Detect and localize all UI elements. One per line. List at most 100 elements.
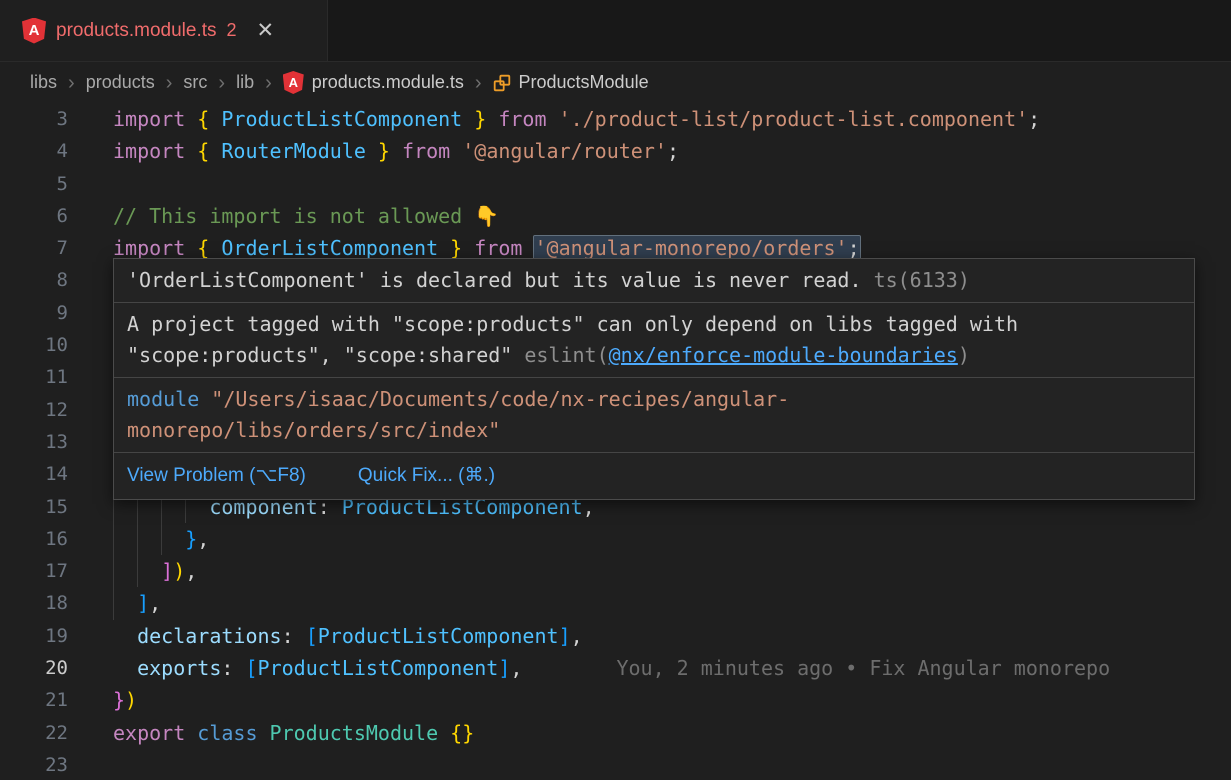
tab-problem-count-badge: 2 bbox=[227, 20, 237, 41]
code-line-content[interactable] bbox=[68, 168, 1231, 200]
line-number[interactable]: 18 bbox=[0, 587, 68, 619]
code-token: [ bbox=[306, 624, 318, 648]
angular-icon: A bbox=[283, 71, 304, 94]
code-line: 17 ]), bbox=[0, 555, 1231, 587]
symbol-class-icon bbox=[493, 74, 511, 92]
code-line: 19 declarations: [ProductListComponent], bbox=[0, 620, 1231, 652]
close-icon[interactable]: ✕ bbox=[257, 18, 275, 43]
breadcrumb-item-products-module-ts[interactable]: Aproducts.module.ts bbox=[283, 71, 464, 94]
code-token: export bbox=[113, 721, 197, 745]
code-line-content[interactable]: }, bbox=[68, 523, 1231, 555]
eslint-rule-suffix: ) bbox=[958, 343, 970, 367]
line-number[interactable]: 11 bbox=[0, 361, 68, 393]
code-line-content[interactable]: exports: [ProductListComponent],You, 2 m… bbox=[68, 652, 1231, 684]
code-token: } bbox=[462, 107, 486, 131]
hover-ts-diagnostic: 'OrderListComponent' is declared but its… bbox=[114, 259, 1194, 303]
code-token: import bbox=[113, 139, 197, 163]
code-line-content[interactable]: ], bbox=[68, 587, 1231, 619]
line-number[interactable]: 13 bbox=[0, 426, 68, 458]
code-token: 👇 bbox=[474, 204, 499, 228]
hover-eslint-diagnostic: A project tagged with "scope:products" c… bbox=[114, 303, 1194, 378]
line-number[interactable]: 4 bbox=[0, 135, 68, 167]
line-number[interactable]: 17 bbox=[0, 555, 68, 587]
indent-guide bbox=[113, 587, 114, 619]
breadcrumb-item-label: src bbox=[183, 72, 207, 93]
view-problem-button[interactable]: View Problem (⌥F8) bbox=[127, 460, 306, 491]
breadcrumb-item-src[interactable]: src bbox=[183, 72, 207, 93]
indent-guide bbox=[137, 523, 138, 555]
line-number[interactable]: 12 bbox=[0, 394, 68, 426]
breadcrumb: libs›products›src›lib›Aproducts.module.t… bbox=[0, 62, 1231, 103]
code-token: '@angular-monorepo/orders' bbox=[534, 236, 847, 260]
code-editor: 3import { ProductListComponent } from '.… bbox=[0, 103, 1231, 780]
code-line: 22export class ProductsModule {} bbox=[0, 717, 1231, 749]
code-token: './product-list/product-list.component' bbox=[559, 107, 1029, 131]
code-token: } bbox=[438, 236, 462, 260]
code-line: 5 bbox=[0, 168, 1231, 200]
code-line: 21}) bbox=[0, 684, 1231, 716]
code-token: ProductsModule bbox=[270, 721, 451, 745]
line-number[interactable]: 8 bbox=[0, 264, 68, 296]
line-number[interactable]: 22 bbox=[0, 717, 68, 749]
code-token: ] bbox=[559, 624, 571, 648]
code-token: from bbox=[486, 107, 558, 131]
code-line: 16 }, bbox=[0, 523, 1231, 555]
code-line-content[interactable]: ]), bbox=[68, 555, 1231, 587]
breadcrumb-item-productsmodule[interactable]: ProductsModule bbox=[493, 72, 649, 93]
code-token: { bbox=[197, 139, 221, 163]
code-token: { bbox=[197, 107, 221, 131]
tab-title: products.module.ts bbox=[56, 20, 217, 42]
code-line-content[interactable] bbox=[68, 749, 1231, 780]
line-number[interactable]: 6 bbox=[0, 200, 68, 232]
breadcrumb-item-libs[interactable]: libs bbox=[30, 72, 57, 93]
line-number[interactable]: 20 bbox=[0, 652, 68, 684]
code-token: ] bbox=[161, 559, 173, 583]
line-number[interactable]: 7 bbox=[0, 232, 68, 264]
code-line-content[interactable]: }) bbox=[68, 684, 1231, 716]
breadcrumb-item-lib[interactable]: lib bbox=[236, 72, 254, 93]
line-number[interactable]: 16 bbox=[0, 523, 68, 555]
eslint-rule-prefix: eslint( bbox=[512, 343, 608, 367]
code-token: ] bbox=[137, 591, 149, 615]
code-token: ; bbox=[1028, 107, 1040, 131]
code-token: , bbox=[185, 559, 197, 583]
line-number[interactable]: 21 bbox=[0, 684, 68, 716]
git-blame-annotation: You, 2 minutes ago • Fix Angular monorep… bbox=[616, 656, 1110, 680]
line-number[interactable]: 5 bbox=[0, 168, 68, 200]
code-token: RouterModule bbox=[221, 139, 366, 163]
code-token bbox=[113, 591, 137, 615]
code-line: 6// This import is not allowed 👇 bbox=[0, 200, 1231, 232]
code-line-content[interactable]: export class ProductsModule {} bbox=[68, 717, 1231, 749]
line-number[interactable]: 15 bbox=[0, 491, 68, 523]
code-token: ; bbox=[667, 139, 679, 163]
chevron-right-icon: › bbox=[68, 73, 75, 93]
quick-fix-button[interactable]: Quick Fix... (⌘.) bbox=[358, 460, 495, 491]
line-number[interactable]: 10 bbox=[0, 329, 68, 361]
code-token: // This import is not allowed bbox=[113, 204, 474, 228]
code-token: declarations bbox=[137, 624, 282, 648]
code-token bbox=[113, 656, 137, 680]
indent-guide bbox=[113, 555, 114, 587]
error-squiggle-range: import { OrderListComponent } from '@ang… bbox=[113, 236, 860, 260]
line-number[interactable]: 23 bbox=[0, 749, 68, 780]
line-number[interactable]: 19 bbox=[0, 620, 68, 652]
code-token: ProductListComponent bbox=[221, 107, 462, 131]
code-line-content[interactable]: import { RouterModule } from '@angular/r… bbox=[68, 135, 1231, 167]
code-token: , bbox=[197, 527, 209, 551]
code-token: ProductListComponent bbox=[318, 624, 559, 648]
line-number[interactable]: 3 bbox=[0, 103, 68, 135]
line-number[interactable]: 14 bbox=[0, 458, 68, 490]
code-token: , bbox=[149, 591, 161, 615]
code-line-content[interactable]: import { ProductListComponent } from './… bbox=[68, 103, 1231, 135]
breadcrumb-item-products[interactable]: products bbox=[86, 72, 155, 93]
indent-guide bbox=[161, 523, 162, 555]
eslint-rule-link[interactable]: @nx/enforce-module-boundaries bbox=[609, 343, 958, 367]
code-token: ) bbox=[173, 559, 185, 583]
tab-products-module-ts[interactable]: A products.module.ts 2 ✕ bbox=[0, 0, 328, 61]
ts-diagnostic-code: ts(6133) bbox=[874, 268, 970, 292]
code-line-content[interactable]: // This import is not allowed 👇 bbox=[68, 200, 1231, 232]
code-token: '@angular/router' bbox=[462, 139, 667, 163]
code-line-content[interactable]: declarations: [ProductListComponent], bbox=[68, 620, 1231, 652]
code-token: ) bbox=[125, 688, 137, 712]
line-number[interactable]: 9 bbox=[0, 297, 68, 329]
